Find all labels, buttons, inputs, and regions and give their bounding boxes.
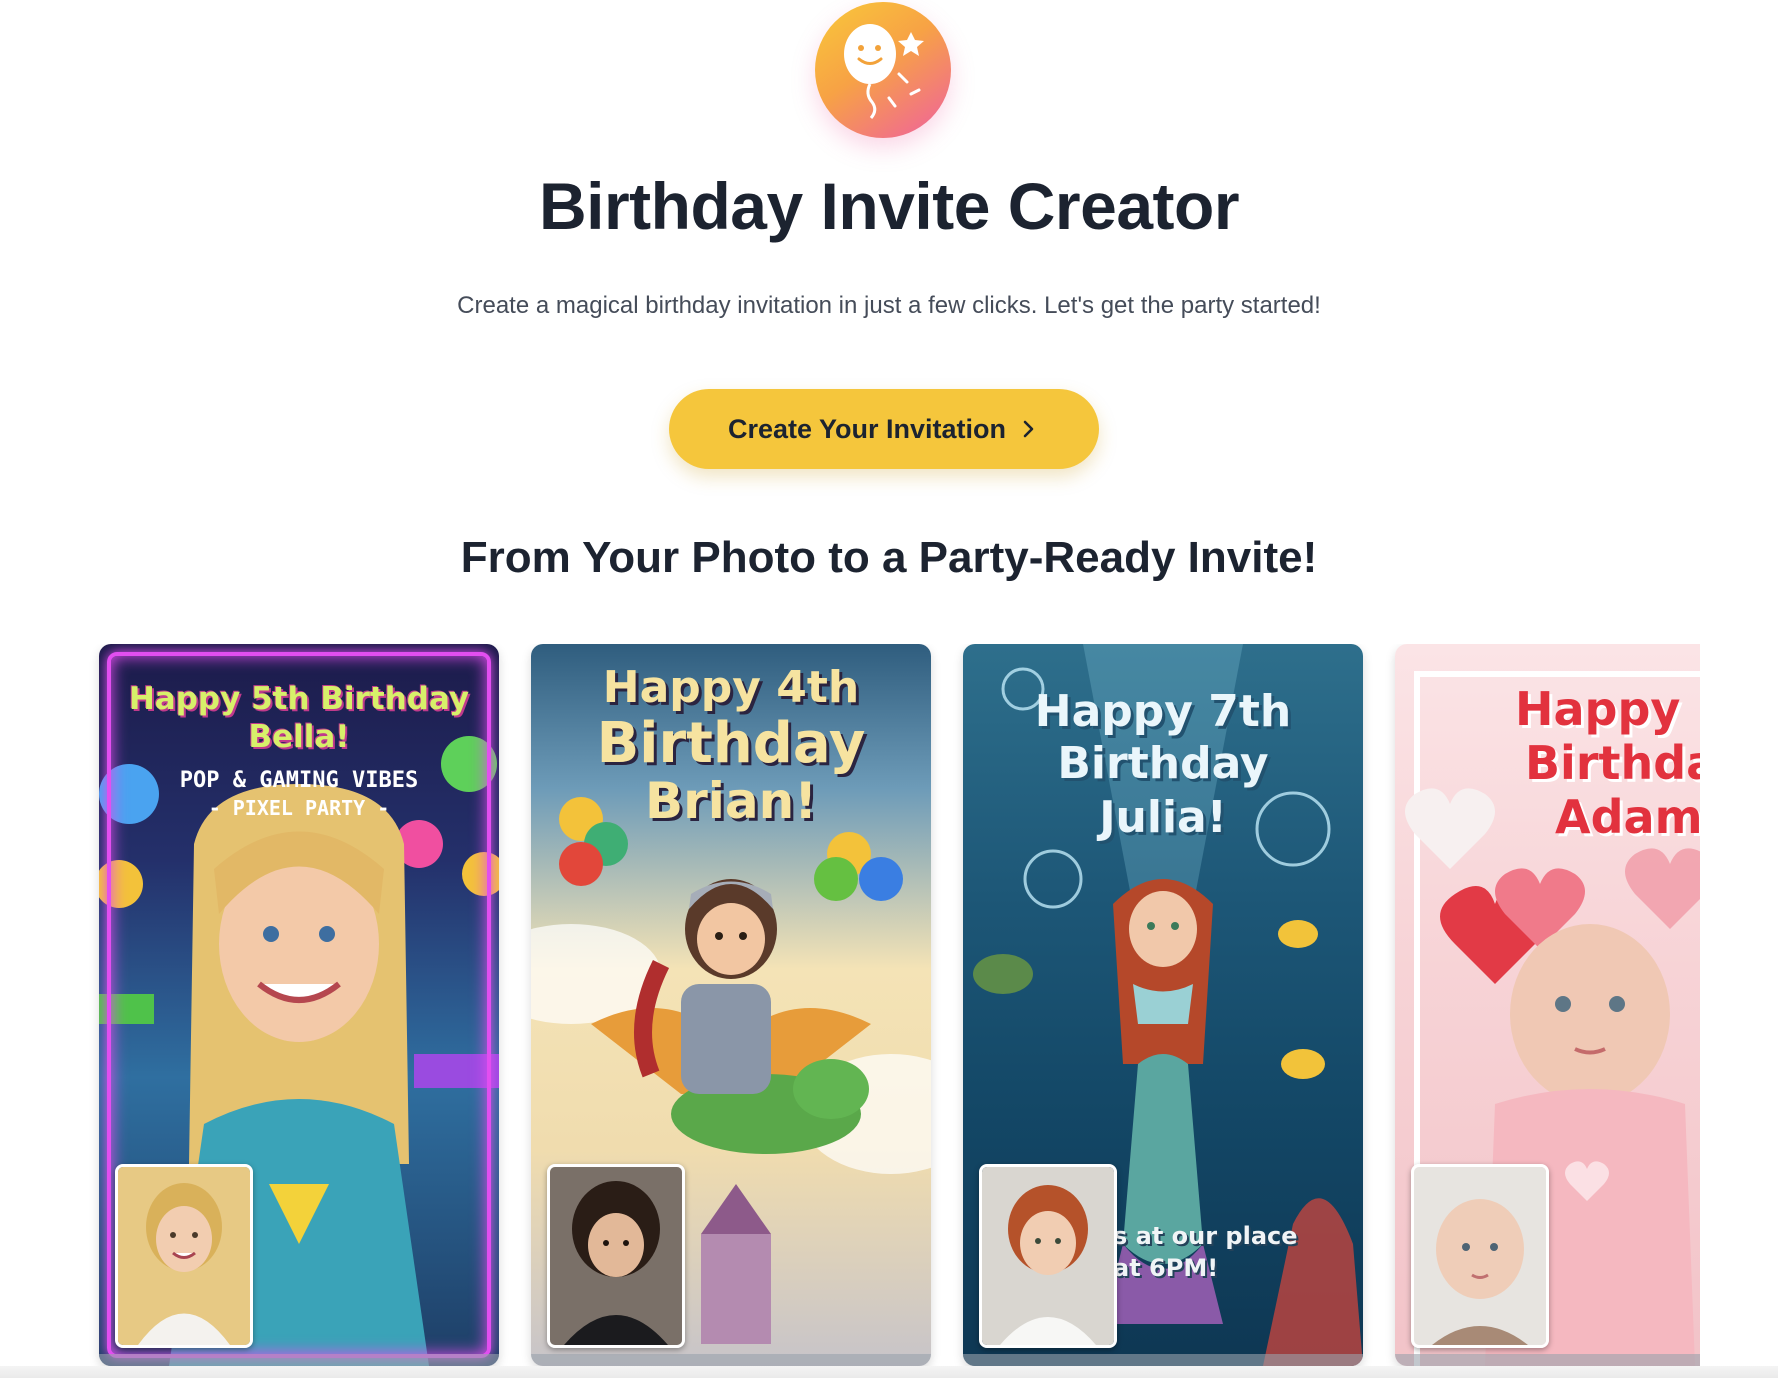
source-photo-thumb [1411, 1164, 1549, 1348]
card-bottom-bar [531, 1354, 931, 1366]
card-bottom-bar [963, 1354, 1363, 1366]
source-photo-thumb [547, 1164, 685, 1348]
card-heading-line1: Happy 5th Birthday [128, 681, 470, 717]
card-sub-line2: - PIXEL PARTY - [208, 796, 390, 820]
card-heading-line2: Birthday [1525, 736, 1700, 790]
carousel-edge [1700, 644, 1778, 1378]
photo-boy-dark-hair [550, 1167, 682, 1345]
card-heading-line3: Julia! [1099, 792, 1227, 843]
card-bottom-bar [99, 1354, 499, 1366]
gallery-title: From Your Photo to a Party-Ready Invite! [460, 533, 1318, 582]
source-photo-thumb [979, 1164, 1117, 1348]
photo-girl-red-braids [982, 1167, 1114, 1345]
card-heading-line2: Birthday [1057, 738, 1269, 789]
chevron-right-icon [1023, 420, 1034, 438]
invite-card-julia[interactable]: Happy 7th Birthday Julia! s at our place… [963, 644, 1363, 1366]
invite-card-bella[interactable]: Happy 5th Birthday Bella! POP & GAMING V… [99, 644, 499, 1366]
card-partial-text-2: at 6PM! [1113, 1254, 1219, 1282]
card-heading-line1: Happy 7th [1034, 686, 1292, 737]
create-invitation-label: Create Your Invitation [727, 413, 1007, 444]
card-bottom-bar [1395, 1354, 1700, 1366]
photo-baby [1414, 1167, 1546, 1345]
page-subtitle: Create a magical birthday invitation in … [457, 292, 1321, 319]
invite-card-brian[interactable]: Happy 4th Birthday Brian! [531, 644, 931, 1366]
card-partial-text-1: s at our place [1113, 1222, 1298, 1250]
source-photo-thumb [115, 1164, 253, 1348]
card-heading-line2: Bella! [248, 719, 350, 755]
invite-carousel[interactable]: Happy 5th Birthday Bella! POP & GAMING V… [0, 644, 1700, 1378]
page-bottom-edge [0, 1366, 1778, 1378]
card-heading-line2: Birthday [596, 711, 866, 776]
create-invitation-button[interactable]: Create Your Invitation [669, 389, 1099, 469]
photo-girl-blonde-braids [118, 1167, 250, 1345]
invite-card-adam[interactable]: Happy 1s Birthday Adam! [1395, 644, 1700, 1366]
app-logo [815, 2, 951, 138]
card-heading-line1: Happy 4th [602, 662, 860, 713]
card-heading-line3: Brian! [644, 772, 818, 830]
card-heading-line3: Adam! [1555, 790, 1700, 844]
card-sub-line1: POP & GAMING VIBES [179, 768, 419, 793]
page-title: Birthday Invite Creator [539, 169, 1240, 243]
card-heading-line1: Happy 1s [1515, 682, 1700, 736]
smiling-balloon-icon [844, 24, 924, 119]
